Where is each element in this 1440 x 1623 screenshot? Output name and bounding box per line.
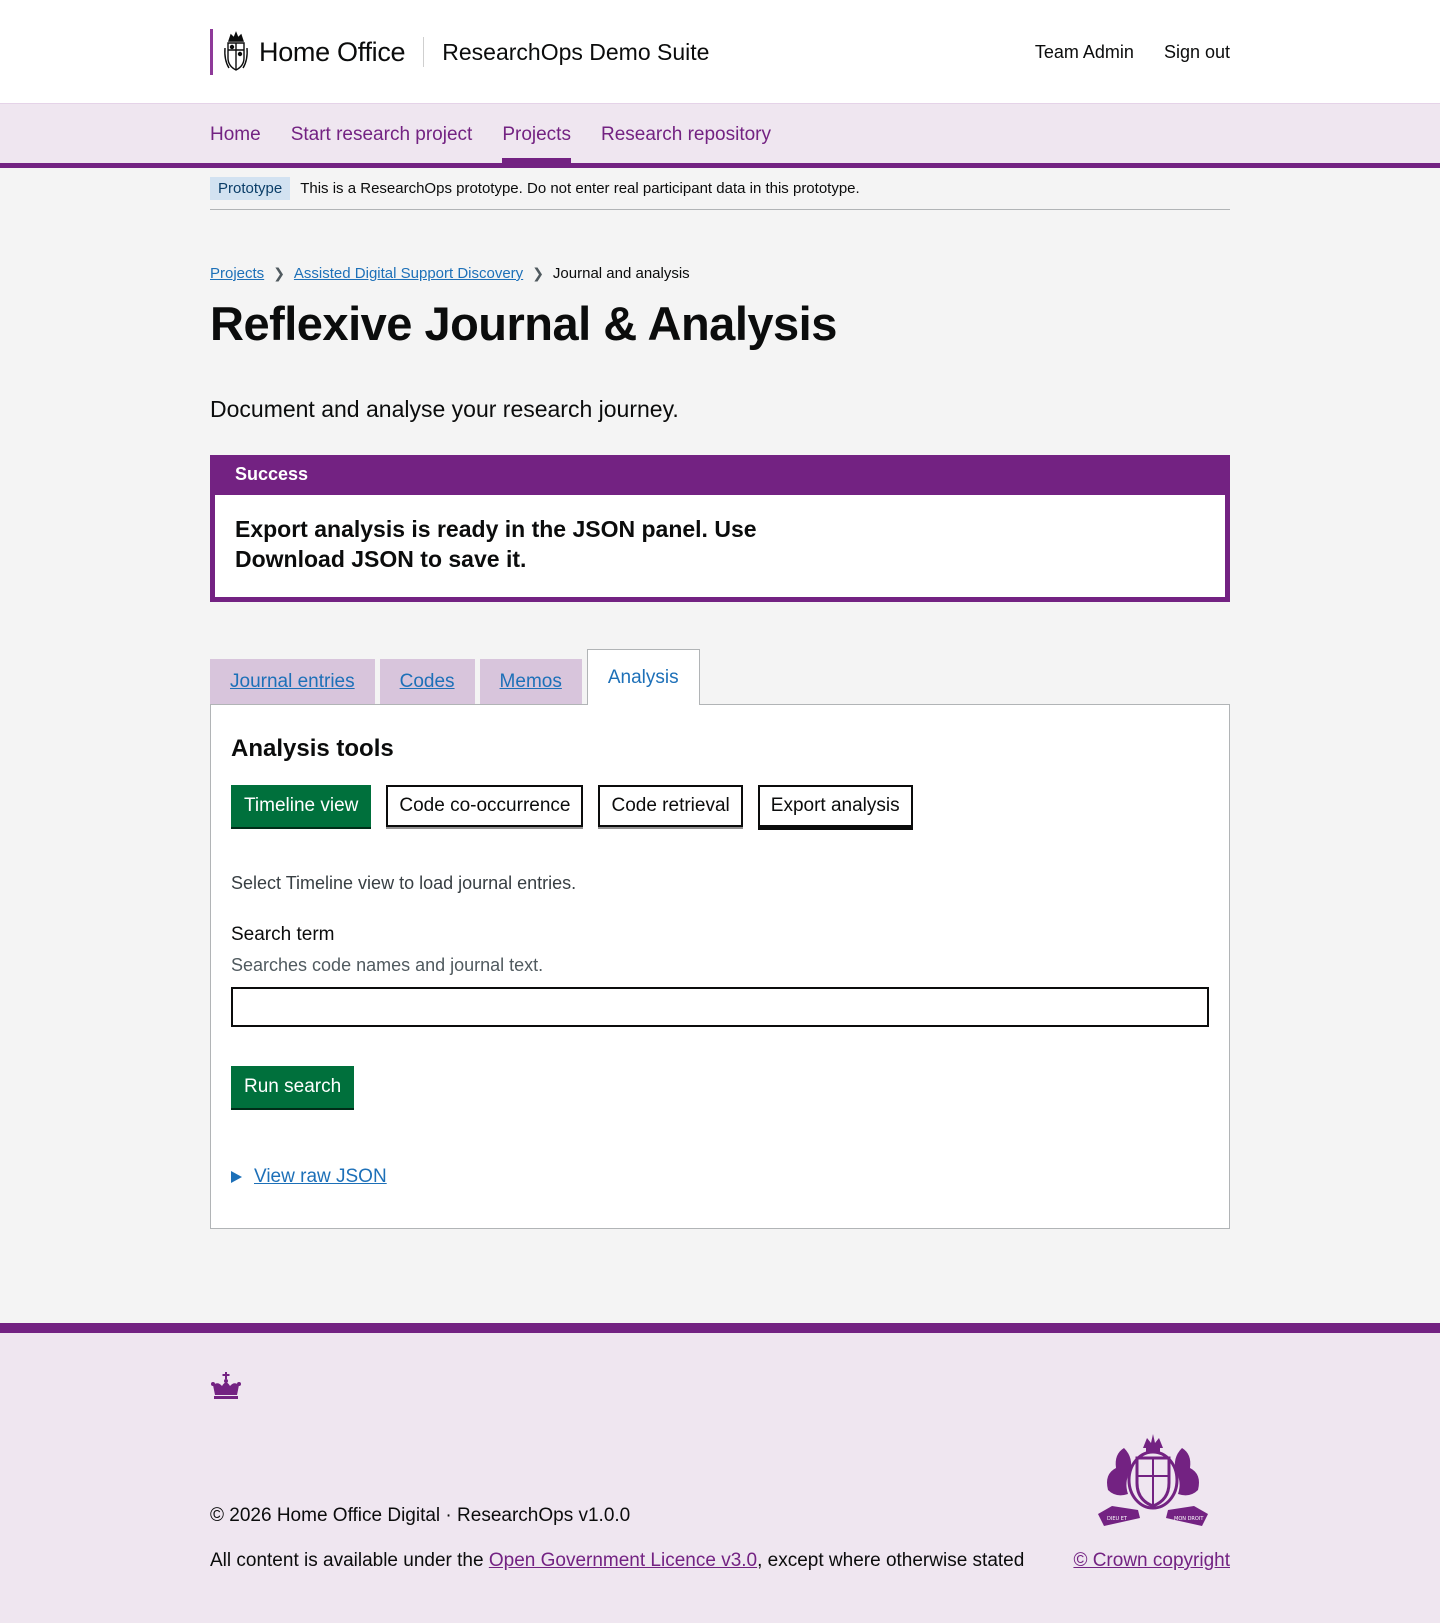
view-raw-json-link[interactable]: View raw JSON	[254, 1166, 387, 1188]
search-term-input[interactable]	[231, 987, 1209, 1028]
tab-journal-entries[interactable]: Journal entries	[210, 659, 375, 705]
raw-json-details[interactable]: View raw JSON	[231, 1166, 1209, 1188]
phase-banner: Prototype This is a ResearchOps prototyp…	[210, 168, 1230, 210]
brand[interactable]: Home Office ResearchOps Demo Suite	[210, 29, 709, 75]
analysis-heading: Analysis tools	[231, 735, 394, 763]
phase-tag: Prototype	[210, 177, 291, 200]
footer-copyright: © 2026 Home Office Digital · ResearchOps…	[210, 1505, 631, 1526]
primary-navigation: Home Start research project Projects Res…	[0, 104, 1440, 168]
sign-out-link[interactable]: Sign out	[1164, 42, 1230, 63]
chevron-right-icon: ❯	[532, 265, 544, 281]
chevron-right-icon: ❯	[273, 265, 285, 281]
royal-crest-icon	[224, 31, 248, 71]
page-title: Reflexive Journal & Analysis	[210, 297, 837, 350]
royal-coat-of-arms-logo: DIEU ET MON DROIT	[1098, 1434, 1208, 1526]
breadcrumb: Projects ❯ Assisted Digital Support Disc…	[210, 265, 1230, 282]
brand-accent-bar	[210, 29, 213, 75]
team-admin-link[interactable]: Team Admin	[1035, 42, 1134, 63]
site-header: Home Office ResearchOps Demo Suite Team …	[0, 0, 1440, 104]
nav-item-research-repository[interactable]: Research repository	[601, 104, 771, 163]
motto-right: MON DROIT	[1174, 1516, 1204, 1522]
breadcrumb-project[interactable]: Assisted Digital Support Discovery	[294, 265, 523, 282]
tab-codes[interactable]: Codes	[379, 659, 475, 705]
site-footer: © 2026 Home Office Digital · ResearchOps…	[0, 1323, 1440, 1623]
breadcrumb-current: Journal and analysis	[552, 265, 690, 282]
footer-licence: All content is available under the Open …	[210, 1550, 1024, 1572]
success-notification-banner: Success Export analysis is ready in the …	[210, 455, 1230, 603]
notification-title: Success	[215, 460, 1225, 496]
tab-memos[interactable]: Memos	[479, 659, 582, 705]
service-name[interactable]: ResearchOps Demo Suite	[442, 39, 709, 66]
motto-left: DIEU ET	[1107, 1516, 1128, 1522]
account-links: Team Admin Sign out	[1035, 42, 1230, 63]
crown-copyright-link[interactable]: © Crown copyright	[1073, 1550, 1230, 1572]
timeline-hint: Select Timeline view to load journal ent…	[231, 873, 577, 894]
nav-item-home[interactable]: Home	[210, 104, 261, 163]
breadcrumb-projects[interactable]: Projects	[210, 265, 264, 282]
run-search-button[interactable]: Run search	[231, 1066, 355, 1109]
nav-item-start-research-project[interactable]: Start research project	[291, 104, 473, 163]
timeline-view-button[interactable]: Timeline view	[231, 785, 372, 828]
nav-item-projects[interactable]: Projects	[502, 104, 571, 163]
code-retrieval-button[interactable]: Code retrieval	[598, 785, 743, 828]
triangle-right-icon	[231, 1171, 242, 1184]
notification-message: Export analysis is ready in the JSON pan…	[235, 516, 757, 573]
phase-banner-text: This is a ResearchOps prototype. Do not …	[300, 180, 860, 197]
crown-icon	[211, 1372, 241, 1399]
code-co-occurrence-button[interactable]: Code co-occurrence	[386, 785, 584, 828]
tab-analysis[interactable]: Analysis	[586, 649, 700, 706]
licence-suffix: , except where otherwise stated	[757, 1550, 1025, 1571]
analysis-tools: Timeline view Code co-occurrence Code re…	[231, 785, 1209, 828]
licence-prefix: All content is available under the	[210, 1550, 489, 1571]
analysis-panel: Analysis tools Timeline view Code co-occ…	[210, 704, 1230, 1230]
search-term-hint: Searches code names and journal text.	[231, 955, 544, 976]
brand-separator	[423, 37, 425, 67]
search-term-label: Search term	[231, 924, 335, 946]
page-lead: Document and analyse your research journ…	[210, 396, 679, 423]
open-government-licence-link[interactable]: Open Government Licence v3.0	[489, 1550, 757, 1571]
org-name: Home Office	[259, 36, 406, 67]
export-analysis-button[interactable]: Export analysis	[757, 785, 913, 828]
tab-list: Journal entries Codes Memos Analysis	[210, 649, 1230, 706]
